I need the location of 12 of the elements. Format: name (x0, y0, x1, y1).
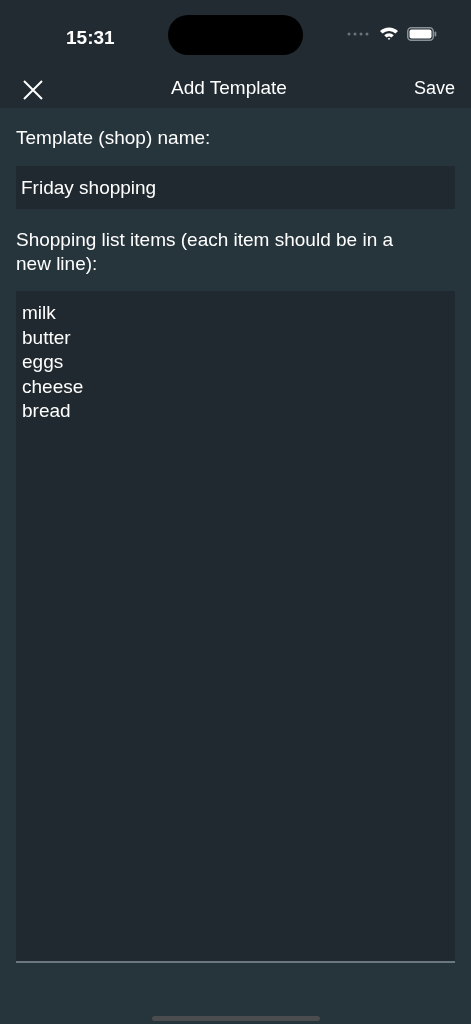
input-field[interactable]: Friday shopping (16, 166, 455, 209)
save-button[interactable]: Save (413, 74, 455, 102)
signal-icon (347, 31, 371, 36)
wifi-icon (379, 26, 399, 41)
battery-icon (407, 26, 437, 41)
close-icon (22, 78, 44, 101)
field-label: Shopping list items (each item should be in a new line): (16, 228, 395, 276)
status-time: 15:31 (66, 26, 115, 50)
text-area[interactable]: milk butter eggs cheese bread (16, 291, 455, 963)
close-button[interactable] (22, 77, 44, 99)
field-label: Template (shop) name: (16, 126, 212, 150)
screen-title: Add Template (171, 75, 287, 100)
